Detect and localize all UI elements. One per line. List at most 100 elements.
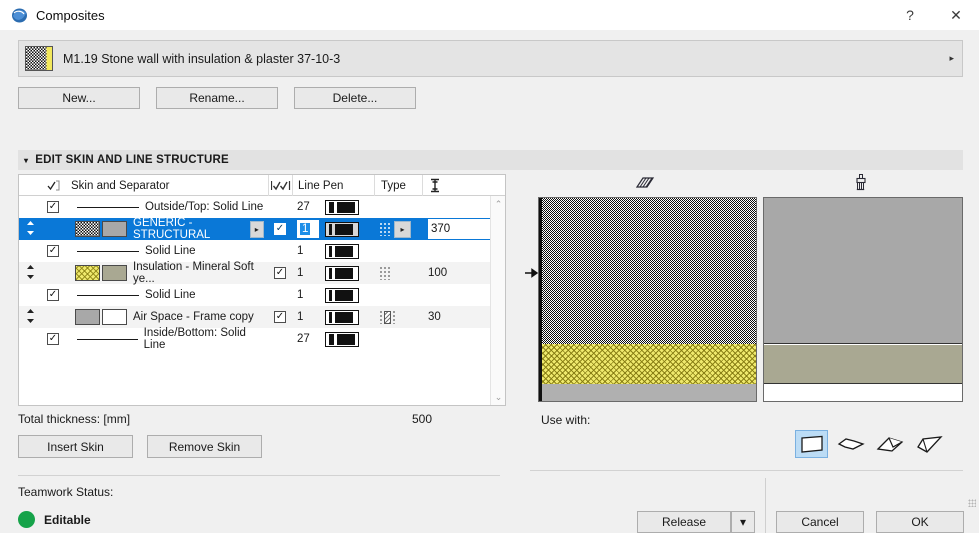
row-checkbox[interactable]	[41, 218, 65, 240]
pen-number-input[interactable]: 1	[297, 220, 319, 238]
resize-grip-icon[interactable]	[968, 499, 976, 507]
row-type-cell[interactable]	[374, 196, 422, 218]
row-type-cell[interactable]: ▸	[374, 218, 422, 240]
hatch-fill-icon[interactable]	[632, 172, 658, 192]
table-row[interactable]: Air Space - Frame copy ✓ 1 30	[19, 306, 505, 328]
rename-button[interactable]: Rename...	[156, 87, 278, 109]
row-pen-cell[interactable]: 1	[292, 262, 374, 284]
scroll-down-icon[interactable]: ⌄	[491, 389, 505, 405]
pen-swatch-icon[interactable]	[325, 331, 359, 347]
row-handle	[19, 284, 41, 306]
release-split-button[interactable]: Release ▾	[637, 511, 755, 533]
type-picker-arrow-icon[interactable]: ▸	[394, 220, 411, 238]
chevron-right-icon[interactable]: ▸	[949, 53, 954, 64]
row-label-cell[interactable]: Solid Line	[65, 284, 268, 306]
remove-skin-button[interactable]: Remove Skin	[147, 435, 262, 458]
pen-swatch-icon[interactable]	[325, 199, 359, 215]
row-pen-cell[interactable]: 1	[292, 284, 374, 306]
row-label-cell[interactable]: GENERIC - STRUCTURAL ▸	[65, 217, 268, 241]
row-visibility[interactable]: ✓	[268, 262, 292, 284]
row-type-cell[interactable]	[374, 262, 422, 284]
table-scrollbar[interactable]: ⌃ ⌄	[490, 196, 505, 405]
row-visibility[interactable]: ✓	[268, 218, 292, 240]
row-visibility[interactable]	[268, 284, 292, 306]
table-row[interactable]: ✓ Solid Line 1	[19, 284, 505, 306]
row-visibility[interactable]	[268, 328, 292, 350]
row-label-cell[interactable]: Air Space - Frame copy	[65, 306, 268, 328]
roof-icon[interactable]	[873, 430, 906, 458]
skin-swatch-pair[interactable]	[75, 265, 127, 281]
line-preview-icon	[77, 250, 139, 252]
row-checkbox[interactable]: ✓	[41, 196, 65, 218]
row-pen-cell[interactable]: 1	[292, 306, 374, 328]
skin-fill-swatch[interactable]	[75, 265, 100, 281]
row-type-cell[interactable]	[374, 240, 422, 262]
scroll-up-icon[interactable]: ⌃	[491, 196, 505, 212]
table-row-selected[interactable]: GENERIC - STRUCTURAL ▸ ✓ 1 ▸ 370	[19, 217, 505, 241]
skin-picker-arrow-icon[interactable]: ▸	[249, 220, 264, 238]
skin-fill-swatch[interactable]	[75, 221, 100, 237]
row-pen-cell[interactable]: 27	[292, 328, 374, 350]
release-button[interactable]: Release	[637, 511, 731, 533]
table-row[interactable]: ✓ Inside/Bottom: Solid Line 27	[19, 327, 505, 351]
shell-icon[interactable]	[912, 430, 945, 458]
row-pen-cell[interactable]: 1	[292, 218, 374, 240]
row-type-cell[interactable]	[374, 284, 422, 306]
row-checkbox[interactable]	[41, 306, 65, 328]
row-checkbox[interactable]	[41, 262, 65, 284]
skin-swatch-pair[interactable]	[75, 309, 127, 325]
slab-icon[interactable]	[834, 430, 867, 458]
skin-color-swatch[interactable]	[102, 221, 127, 237]
wall-icon[interactable]	[795, 430, 828, 458]
row-visibility[interactable]: ✓	[268, 306, 292, 328]
release-dropdown-icon[interactable]: ▾	[731, 511, 755, 533]
help-button[interactable]: ?	[887, 0, 933, 30]
composite-selector[interactable]: M1.19 Stone wall with insulation & plast…	[18, 40, 963, 77]
row-label-cell[interactable]: Insulation - Mineral Soft ye...	[65, 261, 268, 285]
pen-swatch-icon[interactable]	[325, 265, 359, 281]
row-checkbox[interactable]: ✓	[41, 284, 65, 306]
table-row[interactable]: ✓ Outside/Top: Solid Line 27	[19, 196, 505, 218]
paintbrush-icon[interactable]	[848, 172, 874, 192]
skin-color-swatch[interactable]	[102, 265, 127, 281]
row-visibility[interactable]	[268, 240, 292, 262]
row-checkbox[interactable]: ✓	[41, 240, 65, 262]
table-row[interactable]: ✓ Solid Line 1	[19, 240, 505, 262]
row-label-cell[interactable]: Inside/Bottom: Solid Line	[65, 327, 268, 351]
skin-swatch-pair[interactable]	[75, 221, 127, 237]
row-label-cell[interactable]: Solid Line	[65, 240, 268, 262]
preview-section-panel[interactable]	[538, 197, 757, 402]
edit-skin-section-header[interactable]: ▾ EDIT SKIN AND LINE STRUCTURE	[18, 150, 963, 170]
row-label-cell[interactable]: Outside/Top: Solid Line	[65, 196, 268, 218]
pen-swatch-icon[interactable]	[325, 221, 359, 237]
pen-swatch-icon[interactable]	[325, 287, 359, 303]
preview-surface-panel[interactable]	[762, 197, 963, 402]
check-all-icon[interactable]	[41, 175, 65, 196]
row-type-cell[interactable]	[374, 306, 422, 328]
row-checkbox[interactable]: ✓	[41, 328, 65, 350]
row-resize-handle[interactable]	[19, 262, 41, 284]
pen-number: 1	[297, 311, 304, 323]
insert-skin-button[interactable]: Insert Skin	[18, 435, 133, 458]
new-button[interactable]: New...	[18, 87, 140, 109]
teamwork-status-label: Teamwork Status:	[18, 485, 114, 499]
row-type-cell[interactable]	[374, 328, 422, 350]
pen-swatch-icon[interactable]	[325, 243, 359, 259]
row-resize-handle[interactable]	[19, 218, 41, 240]
pen-swatch-icon[interactable]	[325, 309, 359, 325]
row-pen-cell[interactable]: 27	[292, 196, 374, 218]
cancel-button[interactable]: Cancel	[776, 511, 864, 533]
visibility-check-icon[interactable]	[268, 175, 292, 196]
ok-button[interactable]: OK	[876, 511, 964, 533]
skin-color-swatch[interactable]	[102, 309, 127, 325]
skin-fill-swatch[interactable]	[75, 309, 100, 325]
close-icon[interactable]: ✕	[933, 0, 979, 30]
table-row[interactable]: Insulation - Mineral Soft ye... ✓ 1 100	[19, 261, 505, 285]
row-visibility[interactable]	[268, 196, 292, 218]
row-resize-handle[interactable]	[19, 306, 41, 328]
skin-structure-table: Skin and Separator Line Pen Type ✓ Outsi…	[18, 174, 506, 406]
vertical-resize-icon	[26, 264, 35, 282]
row-pen-cell[interactable]: 1	[292, 240, 374, 262]
title-bar: Composites ? ✕	[0, 0, 979, 30]
delete-button[interactable]: Delete...	[294, 87, 416, 109]
